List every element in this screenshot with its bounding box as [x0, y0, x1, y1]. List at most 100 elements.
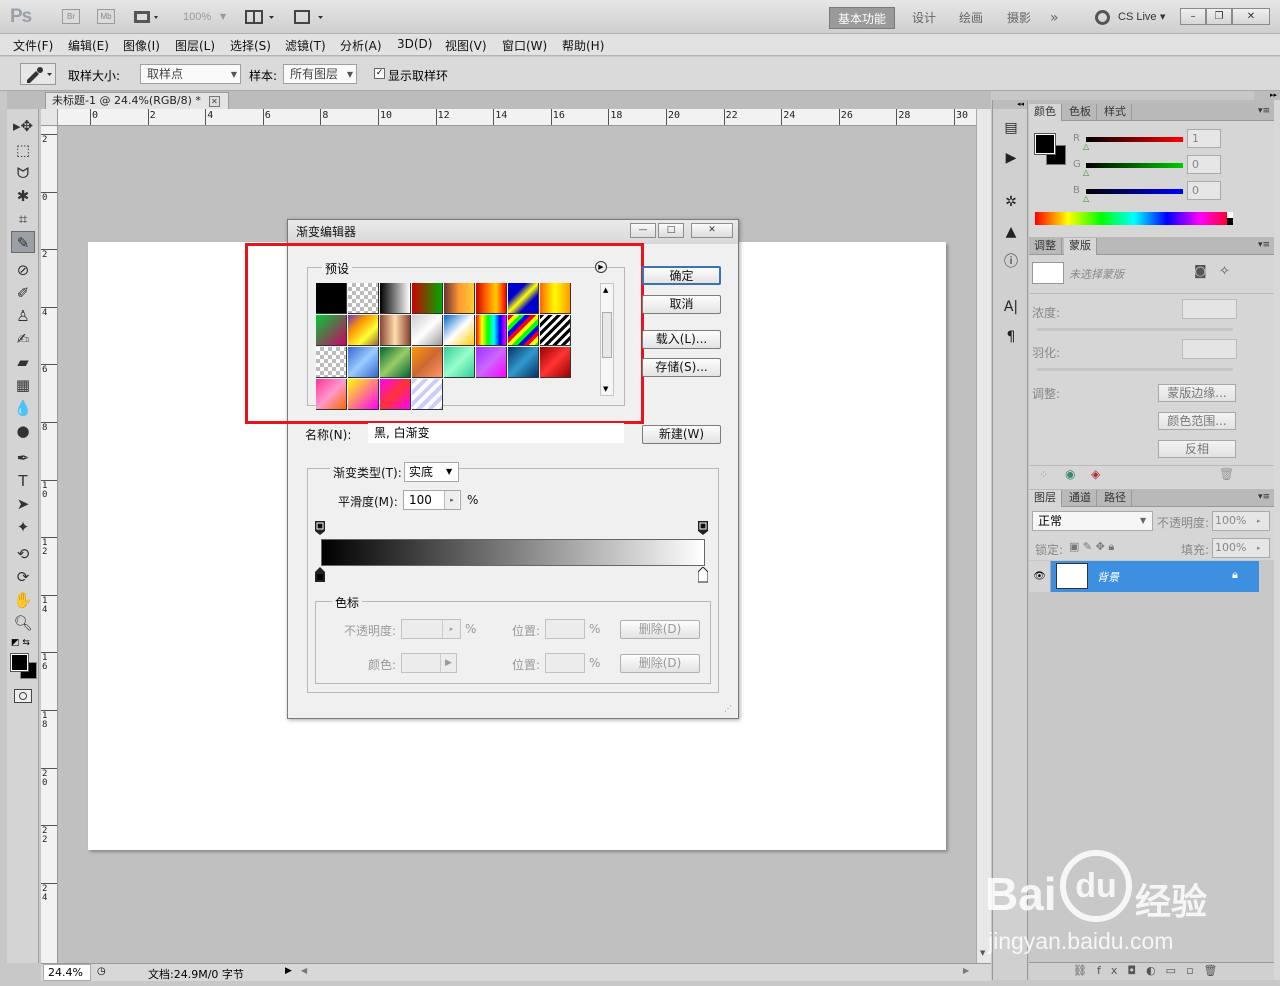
ok-button[interactable]: 确定: [642, 266, 721, 285]
quick-mask-icon[interactable]: [14, 689, 32, 703]
g-slider-handle[interactable]: △: [1083, 168, 1089, 177]
color-ramp[interactable]: [1035, 212, 1233, 225]
histogram-panel-icon[interactable]: ▲: [1001, 222, 1021, 242]
view-extras-button[interactable]: [133, 9, 161, 25]
mask-thumbnail[interactable]: [1032, 262, 1064, 284]
healing-brush-tool-icon[interactable]: ⊘: [11, 259, 35, 281]
stepper-arrow-icon[interactable]: ▸: [1257, 539, 1261, 557]
bridge-button[interactable]: Br: [62, 9, 80, 24]
opacity-stop-left[interactable]: [315, 521, 325, 535]
dialog-minimize-button[interactable]: —: [630, 223, 656, 238]
3d-rotate-tool-icon[interactable]: ⟲: [11, 543, 35, 565]
opacity-stop-right[interactable]: [698, 521, 708, 535]
collapse-strip-icon[interactable]: ◂◂: [993, 100, 1027, 109]
b-slider-handle[interactable]: △: [1083, 194, 1089, 203]
3d-orbit-tool-icon[interactable]: ⟳: [11, 566, 35, 588]
color-stop-left[interactable]: [315, 567, 325, 583]
quick-select-tool-icon[interactable]: ✱: [11, 185, 35, 207]
fill-input[interactable]: 100% ▸: [1212, 538, 1270, 558]
ruler-origin[interactable]: [41, 109, 58, 126]
layer-opacity-input[interactable]: 100% ▸: [1212, 511, 1270, 531]
foreground-color-swatch[interactable]: [10, 653, 29, 672]
color-stop-right[interactable]: [697, 566, 709, 583]
path-select-tool-icon[interactable]: ➤: [11, 493, 35, 515]
cancel-button[interactable]: 取消: [642, 295, 721, 314]
history-panel-icon[interactable]: ▤: [1001, 118, 1021, 138]
clone-stamp-tool-icon[interactable]: ♙: [11, 305, 35, 327]
tool-preset-picker[interactable]: [20, 63, 56, 85]
g-slider[interactable]: [1086, 163, 1183, 168]
menu-help[interactable]: 帮助(H): [562, 37, 604, 54]
r-slider[interactable]: [1086, 137, 1183, 142]
menu-view[interactable]: 视图(V): [445, 37, 487, 54]
tab-swatches[interactable]: 色板: [1064, 104, 1097, 121]
menu-image[interactable]: 图像(I): [123, 37, 160, 54]
tab-layers[interactable]: 图层: [1029, 490, 1062, 507]
smoothness-input[interactable]: 100 ▸: [403, 490, 461, 510]
menu-layer[interactable]: 图层(L): [175, 37, 215, 54]
stepper-arrow-icon[interactable]: ▸: [444, 491, 459, 509]
workspace-photography[interactable]: 摄影: [999, 7, 1039, 29]
menu-filter[interactable]: 滤镜(T): [285, 37, 326, 54]
pen-tool-icon[interactable]: ✒: [11, 447, 35, 469]
arrange-documents-button[interactable]: [245, 9, 279, 25]
link-layers-icon[interactable]: ⛓: [1073, 964, 1097, 977]
restore-button[interactable]: ❐: [1206, 8, 1232, 25]
r-input[interactable]: 1: [1187, 129, 1221, 148]
pixel-mask-icon[interactable]: ◙: [1194, 264, 1207, 279]
status-zoom[interactable]: 24.4%: [43, 964, 91, 981]
resize-grip-icon[interactable]: ⋰: [724, 704, 732, 713]
layer-row-background[interactable]: 背景 🔒︎: [1051, 561, 1259, 592]
navigator-panel-icon[interactable]: ✲: [1001, 192, 1021, 212]
b-slider[interactable]: [1086, 189, 1183, 194]
panel-menu-icon[interactable]: ▾≡: [1258, 106, 1270, 116]
fx-icon[interactable]: fx: [1097, 964, 1127, 977]
screen-mode-button[interactable]: [293, 9, 327, 25]
paragraph-panel-icon[interactable]: ¶: [1001, 327, 1021, 347]
add-mask-icon[interactable]: ◘: [1127, 964, 1146, 977]
default-colors-icon[interactable]: ◩ ⇆: [11, 638, 30, 648]
stepper-arrow-icon[interactable]: ▸: [1257, 512, 1261, 530]
zoom-tool-icon[interactable]: 🔍︎: [11, 612, 35, 634]
tab-paths[interactable]: 路径: [1099, 490, 1132, 507]
status-info-icon[interactable]: ◷: [97, 966, 106, 977]
r-slider-handle[interactable]: △: [1083, 142, 1089, 151]
panel-menu-icon[interactable]: ▾≡: [1258, 240, 1270, 250]
workspace-design[interactable]: 设计: [904, 7, 944, 29]
actions-panel-icon[interactable]: ▶: [1001, 148, 1021, 168]
adjustment-layer-icon[interactable]: ◐: [1146, 964, 1166, 977]
tab-adjustments[interactable]: 调整: [1029, 238, 1062, 255]
crop-tool-icon[interactable]: ⌗: [11, 208, 35, 230]
b-input[interactable]: 0: [1187, 181, 1221, 200]
visibility-toggle-icon[interactable]: ◉: [1065, 467, 1075, 481]
workspace-painting[interactable]: 绘画: [951, 7, 991, 29]
show-ring-checkbox[interactable]: ✓: [374, 66, 385, 80]
brush-tool-icon[interactable]: ✐: [11, 282, 35, 304]
mini-bridge-button[interactable]: Mb: [97, 9, 115, 24]
sample-select[interactable]: 所有图层 ▼: [283, 64, 357, 84]
history-brush-tool-icon[interactable]: ✍: [11, 328, 35, 350]
lasso-tool-icon[interactable]: ᗢ: [11, 162, 35, 184]
marquee-tool-icon[interactable]: ⬚: [11, 139, 35, 161]
sample-size-select[interactable]: 取样点 ▼: [140, 64, 241, 84]
collapse-panels-icon[interactable]: ▸▸: [1254, 91, 1280, 100]
more-workspaces-button[interactable]: »: [1042, 7, 1067, 29]
tab-color[interactable]: 颜色: [1029, 104, 1062, 121]
menu-3d[interactable]: 3D(D): [397, 37, 432, 51]
eye-icon[interactable]: 👁︎: [1029, 561, 1051, 592]
save-button[interactable]: 存储(S)...: [642, 358, 721, 377]
zoom-dropdown[interactable]: 100%: [183, 11, 211, 23]
tab-channels[interactable]: 通道: [1064, 490, 1097, 507]
scroll-right-icon[interactable]: ▶: [963, 966, 969, 975]
new-button[interactable]: 新建(W): [642, 425, 721, 444]
vector-mask-icon[interactable]: ✧: [1219, 264, 1230, 279]
blend-mode-select[interactable]: 正常 ▼: [1032, 511, 1153, 531]
menu-window[interactable]: 窗口(W): [502, 37, 547, 54]
close-tab-icon[interactable]: ✕: [208, 96, 220, 107]
move-tool-icon[interactable]: ▸✥: [11, 115, 35, 137]
eyedropper-tool-icon[interactable]: ✎: [11, 231, 35, 253]
eraser-tool-icon[interactable]: ▰: [11, 351, 35, 373]
cslive-button[interactable]: CS Live: [1118, 11, 1157, 23]
panel-menu-icon[interactable]: ▾≡: [1258, 492, 1270, 502]
tab-styles[interactable]: 样式: [1099, 104, 1132, 121]
